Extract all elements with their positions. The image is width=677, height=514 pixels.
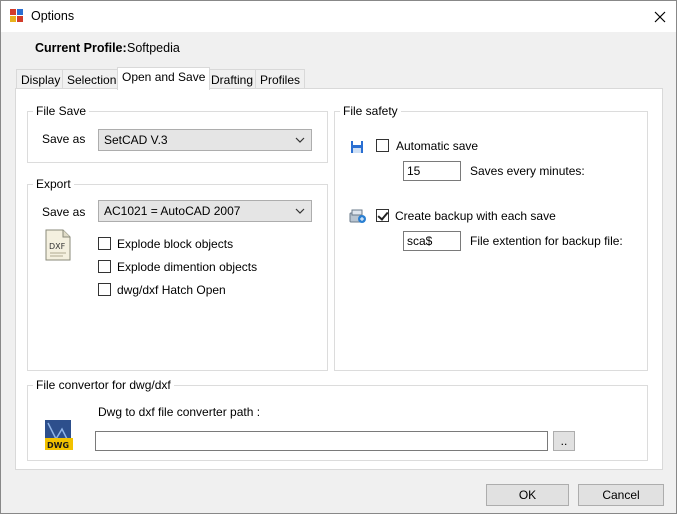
automatic-save-label: Automatic save (396, 139, 479, 153)
export-group: Export Save as AC1021 = AutoCAD 2007 DXF… (27, 177, 328, 371)
chevron-down-icon (295, 208, 305, 214)
export-format-value: AC1021 = AutoCAD 2007 (104, 204, 241, 218)
save-minutes-label: Saves every minutes: (470, 164, 585, 178)
save-disk-icon (351, 141, 363, 153)
export-title: Export (33, 177, 74, 191)
converter-path-label: Dwg to dxf file converter path : (98, 405, 261, 419)
file-safety-title: File safety (340, 104, 401, 118)
save-minutes-input[interactable]: 15 (403, 161, 461, 181)
dwg-file-icon: DWG (45, 420, 73, 450)
automatic-save-checkbox[interactable] (376, 139, 389, 152)
options-dialog: Options Current Profile: Softpedia Displ… (0, 0, 677, 514)
ok-button[interactable]: OK (486, 484, 569, 506)
dxf-icon-text: DXF (49, 242, 66, 251)
file-save-title: File Save (33, 104, 90, 118)
file-save-format-dropdown[interactable]: SetCAD V.3 (98, 129, 312, 151)
hatch-open-checkbox[interactable] (98, 283, 111, 296)
open-and-save-page: File Save Save as SetCAD V.3 Export Save… (15, 88, 663, 470)
file-convertor-group: File convertor for dwg/dxf DWG Dwg to dx… (27, 378, 648, 461)
backup-extension-input[interactable]: sca$ (403, 231, 461, 251)
backup-extension-label: File extention for backup file: (470, 234, 623, 248)
tab-selection[interactable]: Selection (62, 69, 122, 89)
browse-button[interactable]: .. (553, 431, 575, 451)
explode-block-objects-label: Explode block objects (117, 237, 234, 251)
file-safety-group: File safety Automatic save 15 Saves ever… (334, 104, 648, 371)
explode-block-objects-checkbox[interactable] (98, 237, 111, 250)
cancel-button[interactable]: Cancel (578, 484, 664, 506)
explode-dimention-objects-label: Explode dimention objects (117, 260, 258, 274)
dwg-icon-text: DWG (47, 441, 69, 450)
current-profile-label: Current Profile: (35, 41, 127, 55)
export-save-as-label: Save as (42, 205, 86, 219)
tab-display[interactable]: Display (16, 69, 66, 89)
dxf-file-icon: DXF (45, 229, 71, 261)
tab-drafting[interactable]: Drafting (206, 69, 259, 89)
chevron-down-icon (295, 137, 305, 143)
current-profile-value: Softpedia (127, 41, 180, 55)
hatch-open-label: dwg/dxf Hatch Open (117, 283, 226, 297)
explode-dimention-objects-checkbox[interactable] (98, 260, 111, 273)
file-save-group: File Save Save as SetCAD V.3 (27, 104, 328, 163)
export-format-dropdown[interactable]: AC1021 = AutoCAD 2007 (98, 200, 312, 222)
tab-open-and-save[interactable]: Open and Save (117, 67, 211, 90)
close-icon (654, 11, 666, 22)
converter-path-input[interactable] (95, 431, 548, 451)
title-bar: Options (1, 1, 676, 32)
tab-profiles[interactable]: Profiles (255, 69, 306, 89)
create-backup-label: Create backup with each save (395, 209, 556, 223)
backup-icon (349, 209, 366, 223)
file-save-format-value: SetCAD V.3 (104, 133, 168, 147)
file-save-as-label: Save as (42, 132, 86, 146)
window-title: Options (31, 9, 75, 23)
file-convertor-title: File convertor for dwg/dxf (33, 378, 174, 392)
create-backup-checkbox[interactable] (376, 209, 389, 222)
close-button[interactable] (644, 1, 676, 32)
app-icon (10, 9, 23, 22)
